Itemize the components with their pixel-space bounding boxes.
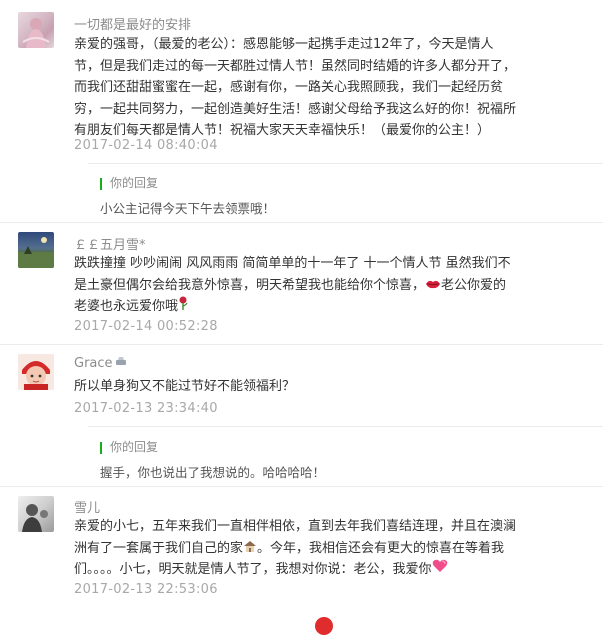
divider [88,426,603,427]
avatar[interactable] [18,12,54,48]
rose-emoji-icon [178,296,188,312]
avatar[interactable] [18,496,54,532]
comment-timestamp: 2017-02-14 08:40:04 [74,138,218,153]
comment-line: 穷，一起共同努力，一起创造美好生活！感谢父母给予我这么好的你！祝福所 [74,101,517,117]
heart-emoji-icon [432,559,448,575]
avatar[interactable] [18,232,54,268]
lips-emoji-icon [425,279,441,291]
divider [0,222,603,223]
comment-line: 跌跌撞撞 吵吵闹闹 风风雨雨 简简单单的十一年了 十一个情人节 虽然我们不 [74,256,511,271]
house-emoji-icon [243,540,257,554]
comment-line: 们。。。。小七，明天就是情人节了，我想对你说：老公，我爱你 [74,559,590,581]
floating-button[interactable] [315,617,333,635]
comment-nickname: Grace [74,356,127,371]
comment-line: 节，但是我们走过的每一天都胜过情人节！虽然同时结婚的许多人都分开了， [74,58,517,74]
divider [88,163,603,164]
medal-icon [115,356,127,371]
reply-label: 你的回复 [110,176,159,190]
comment-text: 跌跌撞撞 吵吵闹闹 风风雨雨 简简单单的十一年了 十一个情人节 虽然我们不 是土… [74,253,590,318]
comment-text: 所以单身狗又不能过节好不能领福利？ [74,376,590,398]
comment-nickname: 一切都是最好的安排 [74,18,192,33]
comment-line: 洲有了一套属于我们自己的家 。今年，我相信还会有更大的惊喜在等着我 [74,540,505,556]
reply-bar [100,442,102,454]
comment-line: 而我们还甜甜蜜蜜在一起，感谢有你，一路关心我照顾我，我们一起经历贫 [74,80,504,95]
comment-line: 老婆也永远爱你哦 [74,296,590,318]
comment-text: 亲爱的小七，五年来我们一直相伴相依，直到去年我们喜结连理，并且在澳澜 洲有了一套… [74,516,590,581]
comment-timestamp: 2017-02-14 00:52:28 [74,319,218,334]
reply-bar [100,178,102,190]
comment-line: 亲爱的小七，五年来我们一直相伴相依，直到去年我们喜结连理，并且在澳澜 [74,519,517,534]
comment-timestamp: 2017-02-13 22:53:06 [74,582,218,597]
comment-timestamp: 2017-02-13 23:34:40 [74,401,218,416]
avatar[interactable] [18,354,54,390]
comment-line: 所以单身狗又不能过节好不能领福利？ [74,379,296,394]
reply-text: 小公主记得今天下午去领票哦！ [100,201,276,216]
comment-line: 亲爱的强哥，（最爱的老公）：感恩能够一起携手走过12年了，今天是情人 [74,37,494,52]
comment-line: 是土豪但偶尔会给我意外惊喜，明天希望我也能给你个惊喜， 老公你爱的 [74,277,507,293]
reply-text: 握手，你也说出了我想说的。哈哈哈哈！ [100,465,326,480]
comment-nickname: ￡￡五月雪* [74,238,146,253]
comment-text: 亲爱的强哥，（最爱的老公）：感恩能够一起携手走过12年了，今天是情人 节，但是我… [74,34,590,142]
divider [0,344,603,345]
comment-nickname: 雪儿 [74,501,101,516]
reply-label: 你的回复 [110,440,159,454]
divider [0,486,603,487]
